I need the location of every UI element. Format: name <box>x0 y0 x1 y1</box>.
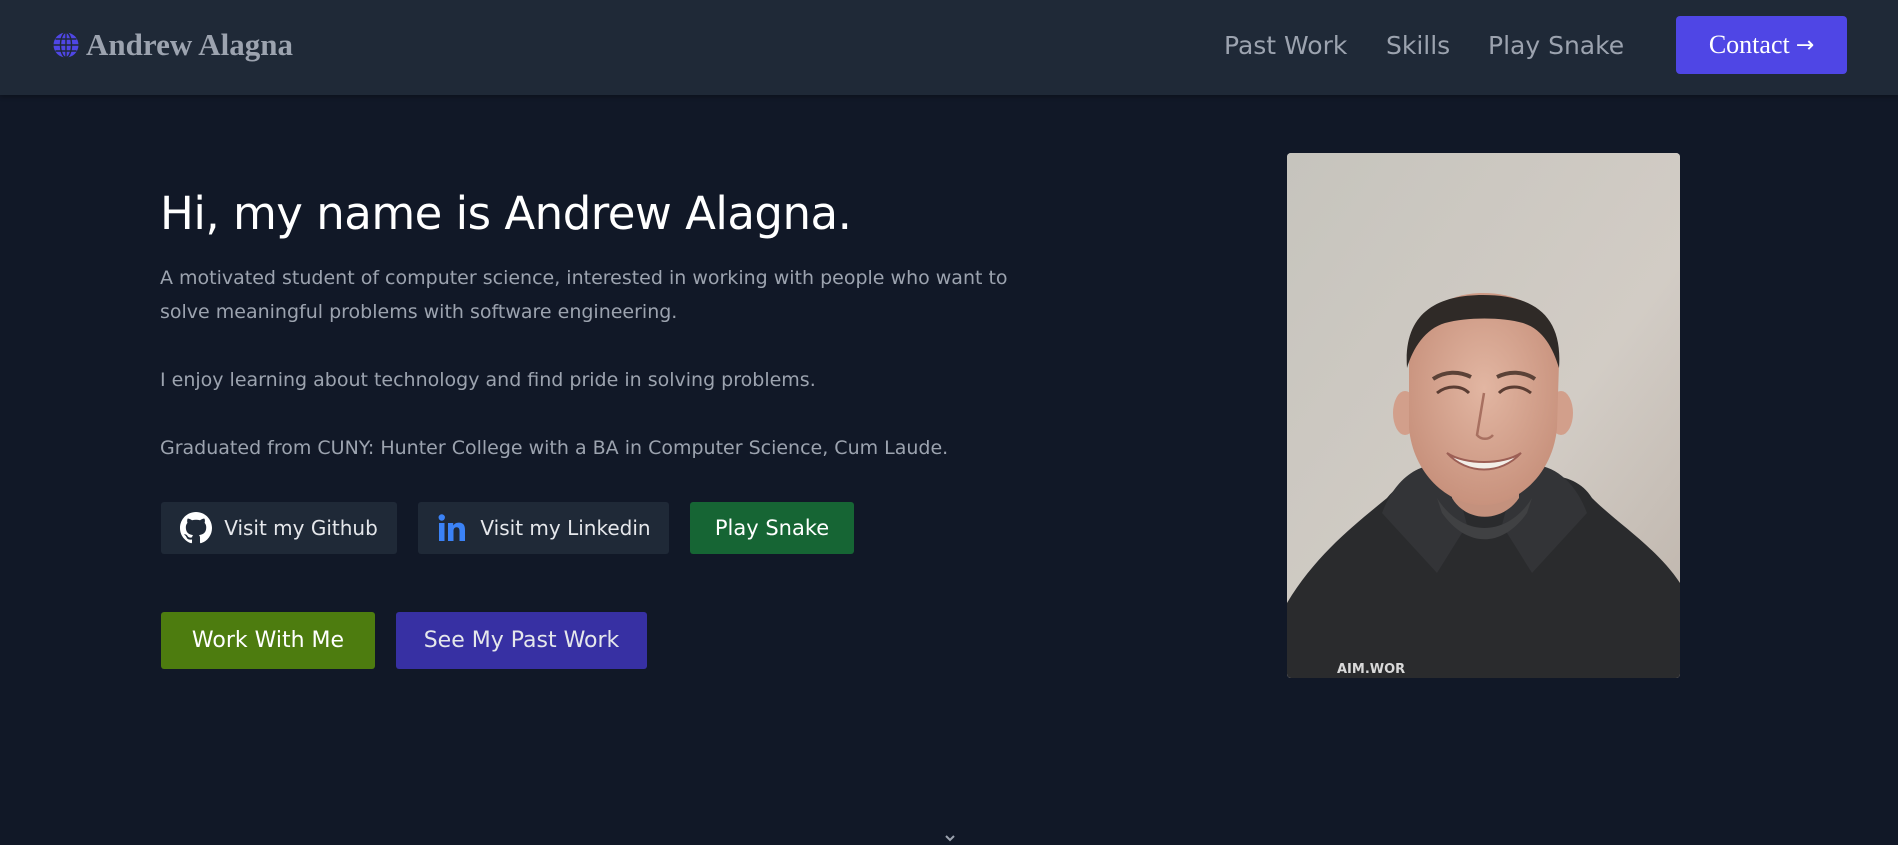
brand-logo[interactable]: Andrew Alagna <box>52 26 293 64</box>
hero-title: Hi, my name is Andrew Alagna. <box>160 187 852 240</box>
nav-link-skills[interactable]: Skills <box>1386 29 1450 63</box>
hero-intro: A motivated student of computer science,… <box>160 267 1008 323</box>
hero-enjoy-text: I enjoy learning about technology and fi… <box>160 369 816 391</box>
portrait-illustration: AIM.WOR <box>1287 153 1680 678</box>
linkedin-icon <box>438 514 466 541</box>
chevron-down-icon[interactable] <box>944 834 956 845</box>
brand-name: Andrew Alagna <box>86 27 293 62</box>
profile-photo: AIM.WOR <box>1287 153 1680 678</box>
linkedin-button[interactable]: Visit my Linkedin <box>418 502 669 554</box>
contact-button-label: Contact <box>1708 30 1790 59</box>
hero-graduated-text: Graduated from CUNY: Hunter College with… <box>160 437 949 459</box>
navbar: Andrew Alagna Past Work Skills Play Snak… <box>0 0 1898 95</box>
arrow-right-icon: → <box>1795 32 1815 58</box>
nav-link-past-work[interactable]: Past Work <box>1224 29 1347 63</box>
globe-icon <box>53 31 79 59</box>
work-with-me-button[interactable]: Work With Me <box>161 612 375 669</box>
svg-text:AIM.WOR: AIM.WOR <box>1337 662 1405 677</box>
play-snake-button[interactable]: Play Snake <box>690 502 854 554</box>
see-past-work-button[interactable]: See My Past Work <box>396 612 647 669</box>
github-button-label: Visit my Github <box>224 516 378 540</box>
contact-button[interactable]: Contact → <box>1676 16 1847 74</box>
github-button[interactable]: Visit my Github <box>161 502 397 554</box>
nav-link-play-snake[interactable]: Play Snake <box>1488 29 1624 63</box>
linkedin-button-label: Visit my Linkedin <box>480 516 651 540</box>
github-icon <box>180 512 213 544</box>
